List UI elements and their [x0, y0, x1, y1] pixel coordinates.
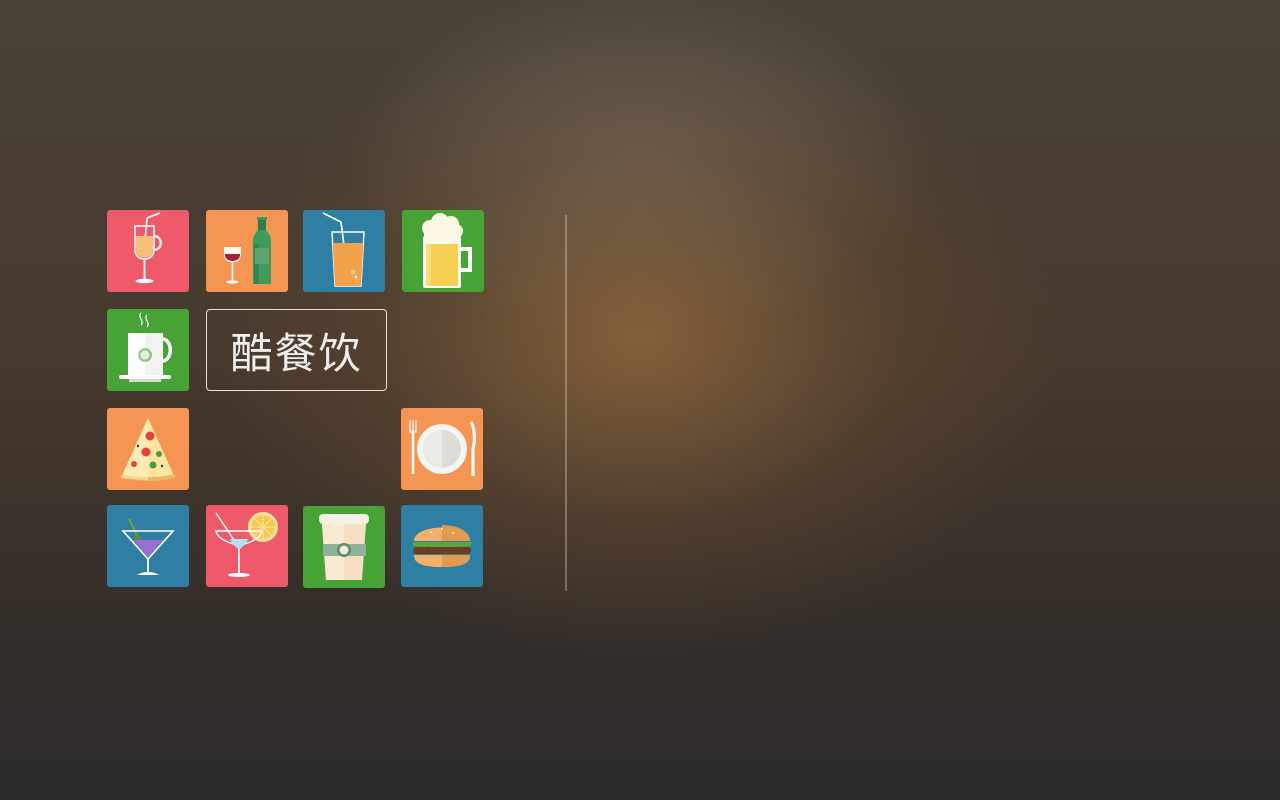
cocktail-lemon-icon	[215, 512, 278, 577]
burger-icon	[412, 525, 472, 567]
martini-tile[interactable]	[107, 505, 189, 587]
takeaway-cup-icon	[319, 514, 369, 580]
orange-drink-tile[interactable]	[303, 210, 385, 292]
coffee-mug-tile[interactable]	[107, 309, 189, 391]
orange-drink-icon	[322, 212, 365, 287]
pizza-slice-icon	[120, 418, 176, 481]
juice-cup-tile[interactable]	[107, 210, 189, 292]
plate-fork-knife-icon	[409, 420, 476, 476]
beer-mug-icon	[422, 213, 472, 288]
pizza-tile[interactable]	[107, 408, 189, 490]
martini-glass-icon	[121, 518, 175, 575]
beer-mug-tile[interactable]	[402, 210, 484, 292]
brand-title: 酷餐饮	[230, 328, 363, 378]
coffee-mug-icon	[119, 312, 172, 382]
dining-plate-tile[interactable]	[401, 408, 483, 490]
wine-bottle-icon	[224, 217, 271, 284]
brand-logo-box[interactable]: 酷餐饮	[206, 309, 387, 391]
cocktail-tile[interactable]	[206, 505, 288, 587]
burger-tile[interactable]	[401, 505, 483, 587]
takeaway-coffee-tile[interactable]	[303, 506, 385, 588]
juice-cup-icon	[134, 212, 162, 284]
vertical-divider	[565, 215, 567, 591]
wine-bottle-tile[interactable]	[206, 210, 288, 292]
